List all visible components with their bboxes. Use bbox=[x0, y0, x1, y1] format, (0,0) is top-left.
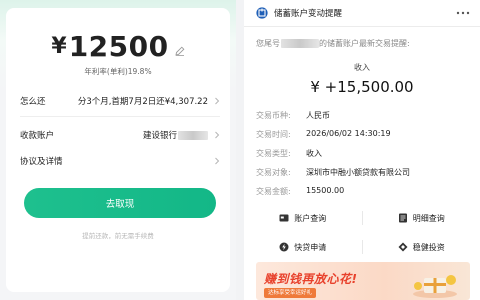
annual-rate: 年利率(单利)19.8% bbox=[84, 67, 152, 76]
bank-logo-icon bbox=[256, 7, 268, 19]
detail-key: 交易对象: bbox=[256, 168, 291, 177]
quick-loan-button[interactable]: 快贷申请 bbox=[244, 236, 362, 258]
pencil-icon[interactable] bbox=[175, 46, 185, 56]
loan-amount-row: ¥ 12500 bbox=[6, 26, 230, 66]
action-row: 账户查询 明细查询 bbox=[244, 207, 480, 229]
withdraw-button[interactable]: 去取现 bbox=[24, 188, 216, 218]
account-query-button[interactable]: 账户查询 bbox=[244, 207, 362, 229]
account-label: 收款账户 bbox=[20, 131, 55, 141]
diamond-icon bbox=[398, 242, 408, 252]
detail-key: 交易类型: bbox=[256, 149, 291, 158]
list-icon bbox=[398, 213, 407, 223]
account-value: 建设银行 bbox=[66, 129, 214, 141]
loan-card: ¥ 12500 年利率(单利)19.8% 怎么还 分3个月,首期7月2日还¥4,… bbox=[6, 8, 230, 292]
chevron-right-icon bbox=[215, 157, 220, 165]
chevron-right-icon bbox=[215, 131, 220, 139]
more-dots-icon[interactable] bbox=[456, 10, 470, 16]
currency-symbol: ¥ bbox=[51, 33, 67, 59]
transaction-amount: ¥ +15,500.00 bbox=[310, 78, 414, 96]
loan-amount[interactable]: 12500 bbox=[69, 30, 169, 63]
agreement-row[interactable]: 协议及详情 bbox=[20, 148, 220, 174]
account-card-icon bbox=[279, 214, 289, 222]
detail-key: 交易币种: bbox=[256, 111, 291, 120]
detail-row: 交易时间: 2026/06/02 14:30:19 bbox=[256, 129, 470, 140]
masked-account-number bbox=[178, 131, 208, 140]
banner-slogan: 赚到钱再放心花! bbox=[264, 272, 358, 286]
lightning-icon bbox=[279, 242, 289, 252]
detail-value: 2026/06/02 14:30:19 bbox=[306, 129, 391, 138]
repay-label: 怎么还 bbox=[20, 97, 46, 107]
detail-value: 收入 bbox=[306, 149, 322, 158]
receiving-account-row[interactable]: 收款账户 建设银行 bbox=[20, 122, 220, 148]
detail-value: 人民币 bbox=[306, 111, 330, 120]
divider bbox=[244, 26, 480, 27]
gift-illustration-icon bbox=[413, 275, 457, 298]
agreement-label: 协议及详情 bbox=[20, 157, 63, 167]
detail-query-button[interactable]: 明细查询 bbox=[363, 207, 480, 229]
chevron-right-icon bbox=[215, 97, 220, 105]
detail-row: 交易类型: 收入 bbox=[256, 148, 470, 159]
masked-card-number bbox=[281, 39, 319, 48]
detail-row: 交易对象: 深圳市中融小额贷款有限公司 bbox=[256, 167, 470, 178]
promo-banner[interactable]: 赚到钱再放心花! 达标享受幸运好礼 bbox=[256, 262, 470, 300]
bank-notice-panel: 储蓄账户变动提醒 您尾号 的储蓄账户最新交易提醒: 收入 ¥ +15,500.00… bbox=[244, 0, 480, 300]
divider bbox=[20, 116, 220, 117]
transaction-type-heading: 收入 bbox=[354, 63, 370, 72]
repay-plan-row[interactable]: 怎么还 分3个月,首期7月2日还¥4,307.22 bbox=[20, 88, 220, 114]
action-row: 快贷申请 稳健投资 bbox=[244, 236, 480, 258]
footnote: 提前还款，前无需手续费 bbox=[82, 232, 154, 240]
loan-panel: ¥ 12500 年利率(单利)19.8% 怎么还 分3个月,首期7月2日还¥4,… bbox=[0, 0, 236, 300]
detail-key: 交易时间: bbox=[256, 130, 291, 139]
detail-key: 交易金额: bbox=[256, 187, 291, 196]
repay-value: 分3个月,首期7月2日还¥4,307.22 bbox=[77, 97, 208, 107]
detail-row: 交易币种: 人民币 bbox=[256, 110, 470, 121]
detail-value: 15500.00 bbox=[306, 186, 345, 195]
notice-intro: 您尾号 的储蓄账户最新交易提醒: bbox=[256, 39, 410, 48]
notice-title: 储蓄账户变动提醒 bbox=[274, 9, 343, 19]
banner-subtitle: 达标享受幸运好礼 bbox=[264, 288, 317, 298]
steady-invest-button[interactable]: 稳健投资 bbox=[363, 236, 480, 258]
detail-row: 交易金额: 15500.00 bbox=[256, 186, 470, 197]
notice-header: 储蓄账户变动提醒 bbox=[244, 0, 480, 26]
detail-value: 深圳市中融小额贷款有限公司 bbox=[306, 168, 410, 177]
